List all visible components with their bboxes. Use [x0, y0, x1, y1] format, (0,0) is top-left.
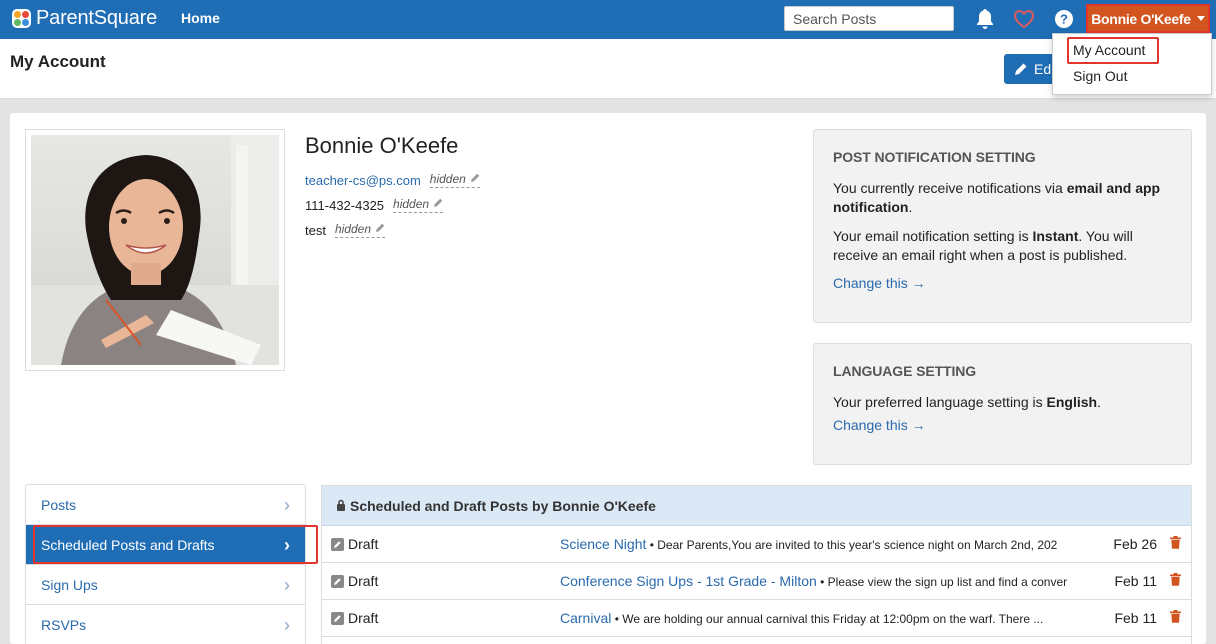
- panel-title: LANGUAGE SETTING: [833, 363, 977, 379]
- change-notification-link[interactable]: Change this →: [833, 275, 1172, 291]
- language-setting-panel: LANGUAGE SETTING Your preferred language…: [813, 343, 1192, 465]
- posts-panel-title: Scheduled and Draft Posts by Bonnie O'Ke…: [350, 497, 656, 514]
- posts-panel-header: Scheduled and Draft Posts by Bonnie O'Ke…: [322, 486, 1191, 526]
- language-text: Your preferred language setting is Engli…: [833, 394, 1101, 410]
- menu-item-label: Scheduled Posts and Drafts: [41, 536, 215, 553]
- notification-method-text: You currently receive notifications via …: [833, 180, 1161, 215]
- chevron-right-icon: ›: [284, 614, 290, 635]
- user-menu-label: Bonnie O'Keefe: [1091, 10, 1191, 27]
- side-menu-item-rsvps[interactable]: RSVPs ›: [26, 605, 305, 644]
- post-row[interactable]: Draft Science Night • Dear Parents,You a…: [322, 526, 1191, 563]
- svg-text:?: ?: [1060, 12, 1068, 27]
- post-title-link[interactable]: Conference Sign Ups - 1st Grade - Milton: [560, 573, 817, 589]
- page-header: My Account Ed: [0, 39, 1216, 99]
- chevron-right-icon: ›: [284, 574, 290, 595]
- post-excerpt: • We are holding our annual carnival thi…: [611, 612, 1044, 626]
- draft-icon: [331, 537, 344, 551]
- pencil-icon: [375, 222, 385, 236]
- app-logo[interactable]: ParentSquare: [12, 7, 157, 30]
- post-excerpt: • Dear Parents,You are invited to this y…: [646, 538, 1058, 552]
- page-title: My Account: [10, 52, 106, 71]
- heart-icon[interactable]: [1013, 9, 1035, 32]
- profile-phone: 111-432-4325: [305, 197, 385, 213]
- email-visibility-toggle[interactable]: hidden: [429, 172, 480, 188]
- post-date: Feb 11: [1114, 573, 1157, 589]
- panel-title: POST NOTIFICATION SETTING: [833, 149, 1036, 165]
- menu-item-label: Sign Ups: [41, 576, 98, 593]
- chevron-right-icon: ›: [284, 494, 290, 515]
- pencil-icon: [433, 197, 443, 211]
- side-menu-item-posts[interactable]: Posts ›: [26, 485, 305, 525]
- lock-icon: [336, 498, 346, 514]
- profile-email-link[interactable]: teacher-cs@ps.com: [305, 173, 421, 188]
- visibility-label: hidden: [334, 222, 372, 236]
- profile-email-row: teacher-cs@ps.com hidden: [305, 172, 480, 188]
- pencil-icon: [470, 172, 480, 186]
- post-notification-setting-panel: POST NOTIFICATION SETTING You currently …: [813, 129, 1192, 323]
- profile-extra: test: [305, 222, 326, 238]
- logo-icon: [12, 9, 31, 28]
- profile-phone-row: 111-432-4325 hidden: [305, 197, 444, 213]
- user-menu-button[interactable]: Bonnie O'Keefe: [1086, 4, 1210, 33]
- post-row[interactable]: Draft Conference Sign Ups - 1st Grade - …: [322, 563, 1191, 600]
- menu-item-my-account[interactable]: My Account: [1073, 42, 1145, 58]
- visibility-label: hidden: [393, 197, 430, 211]
- extra-visibility-toggle[interactable]: hidden: [334, 222, 386, 238]
- post-date: Feb 11: [1114, 610, 1157, 626]
- top-navbar: ParentSquare Home ? Bonnie O'Keefe: [0, 0, 1216, 39]
- post-status: Draft: [331, 536, 378, 552]
- help-icon[interactable]: ?: [1055, 10, 1073, 31]
- user-dropdown-menu: My Account Sign Out: [1052, 33, 1212, 95]
- post-status: Draft: [331, 573, 378, 589]
- search-input[interactable]: [784, 6, 954, 31]
- profile-extra-row: test hidden: [305, 222, 386, 238]
- post-title: Carnival • We are holding our annual car…: [560, 610, 1070, 626]
- caret-down-icon: [1196, 16, 1205, 21]
- phone-visibility-toggle[interactable]: hidden: [393, 197, 444, 213]
- profile-name: Bonnie O'Keefe: [305, 133, 459, 158]
- post-date: Feb 26: [1113, 536, 1157, 552]
- menu-item-label: RSVPs: [41, 616, 87, 633]
- post-status: Draft: [331, 610, 378, 626]
- nav-home-link[interactable]: Home: [181, 10, 220, 26]
- profile-photo-image: [31, 135, 279, 365]
- trash-icon[interactable]: [1170, 610, 1181, 626]
- app-name: ParentSquare: [36, 7, 158, 29]
- post-row[interactable]: Draft Carnival • We are holding our annu…: [322, 600, 1191, 637]
- trash-icon[interactable]: [1170, 536, 1181, 552]
- side-menu-item-scheduled-drafts[interactable]: Scheduled Posts and Drafts ›: [26, 525, 305, 565]
- post-title-link[interactable]: Carnival: [560, 610, 611, 626]
- change-language-link[interactable]: Change this →: [833, 417, 1172, 433]
- edit-button-label: Ed: [1034, 61, 1052, 77]
- visibility-label: hidden: [429, 172, 466, 186]
- chevron-right-icon: ›: [284, 534, 290, 555]
- bell-icon[interactable]: [975, 8, 995, 33]
- scheduled-draft-posts-panel: Scheduled and Draft Posts by Bonnie O'Ke…: [321, 485, 1192, 644]
- profile-photo: [25, 129, 285, 371]
- account-side-menu: Posts › Scheduled Posts and Drafts › Sig…: [25, 484, 306, 644]
- menu-item-sign-out[interactable]: Sign Out: [1073, 68, 1127, 84]
- draft-icon: [331, 611, 344, 625]
- post-title: Science Night • Dear Parents,You are inv…: [560, 536, 1070, 552]
- post-title-link[interactable]: Science Night: [560, 536, 646, 552]
- draft-icon: [331, 574, 344, 588]
- pencil-icon: [1014, 62, 1028, 76]
- menu-item-label: Posts: [41, 496, 77, 513]
- email-frequency-text: Your email notification setting is Insta…: [833, 228, 1133, 263]
- side-menu-item-sign-ups[interactable]: Sign Ups ›: [26, 565, 305, 605]
- post-excerpt: • Please view the sign up list and find …: [816, 575, 1068, 589]
- account-card: Bonnie O'Keefe teacher-cs@ps.com hidden …: [10, 113, 1206, 644]
- post-title: Conference Sign Ups - 1st Grade - Milton…: [560, 573, 1070, 589]
- trash-icon[interactable]: [1170, 573, 1181, 589]
